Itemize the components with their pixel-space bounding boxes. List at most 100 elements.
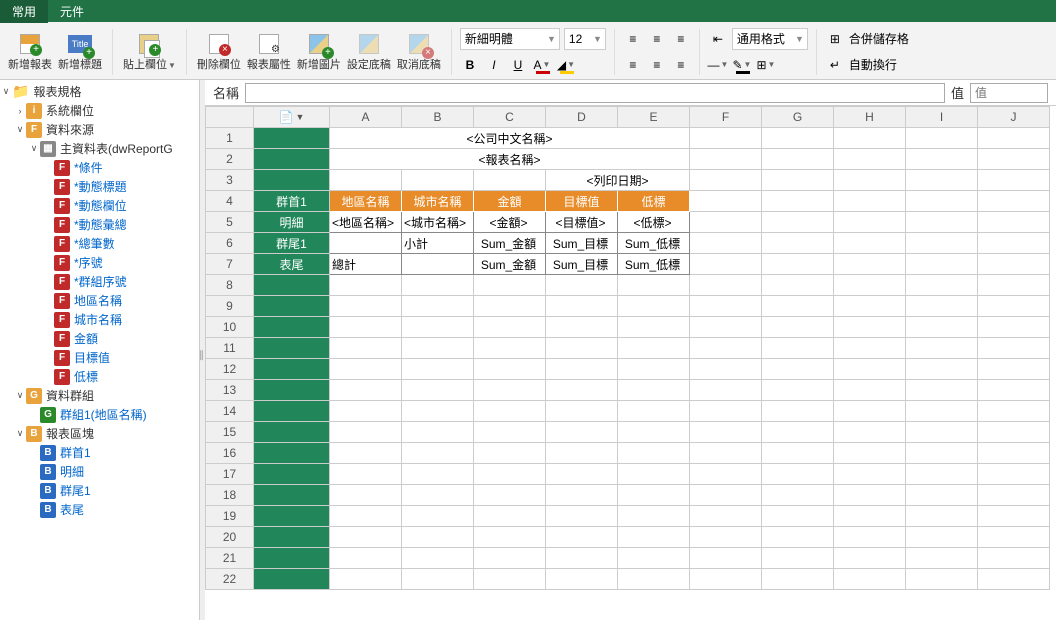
italic-button[interactable]: I <box>484 55 504 75</box>
row-header[interactable]: 21 <box>206 548 254 569</box>
col-header[interactable]: E <box>618 107 690 128</box>
section-cell[interactable]: 明細 <box>254 212 330 233</box>
row-header[interactable]: 4 <box>206 191 254 212</box>
add-title-button[interactable]: Title新增標題 <box>56 32 104 72</box>
col-header[interactable]: D <box>546 107 618 128</box>
row-header[interactable]: 16 <box>206 443 254 464</box>
value-input[interactable] <box>970 83 1048 103</box>
section-cell[interactable] <box>254 317 330 338</box>
section-cell[interactable] <box>254 149 330 170</box>
align-right-button[interactable]: ≡ <box>671 55 691 75</box>
section-cell[interactable]: 表尾 <box>254 254 330 275</box>
section-cell[interactable] <box>254 527 330 548</box>
align-top-button[interactable]: ≡ <box>623 29 643 49</box>
col-header[interactable]: C <box>474 107 546 128</box>
section-cell[interactable] <box>254 401 330 422</box>
section-cell[interactable] <box>254 275 330 296</box>
tree-node[interactable]: ∨G資料群組 <box>0 386 199 405</box>
tree-node[interactable]: ∨F資料來源 <box>0 120 199 139</box>
tree-node[interactable]: B群尾1 <box>0 481 199 500</box>
col-header[interactable]: F <box>690 107 762 128</box>
col-header[interactable]: G <box>762 107 834 128</box>
tree-pane[interactable]: ∨📁報表規格›i系統欄位∨F資料來源∨▦主資料表(dwReportGF*條件F*… <box>0 80 200 620</box>
align-bottom-button[interactable]: ≡ <box>671 29 691 49</box>
row-header[interactable]: 17 <box>206 464 254 485</box>
line-style-button[interactable]: —▼ <box>708 55 728 75</box>
fill-color-button[interactable]: ◢▼ <box>556 55 576 75</box>
section-cell[interactable]: 群首1 <box>254 191 330 212</box>
border-button[interactable]: ⊞▼ <box>756 55 776 75</box>
tree-node[interactable]: F*動態標題 <box>0 177 199 196</box>
add-report-button[interactable]: 新增報表 <box>6 32 54 72</box>
tree-node[interactable]: G群組1(地區名稱) <box>0 405 199 424</box>
row-header[interactable]: 3 <box>206 170 254 191</box>
font-select[interactable]: 新細明體▼ <box>460 28 560 50</box>
add-image-button[interactable]: 新增圖片 <box>295 32 343 72</box>
name-input[interactable] <box>245 83 945 103</box>
auto-wrap-button[interactable]: 自動換行 <box>849 56 897 73</box>
row-header[interactable]: 20 <box>206 527 254 548</box>
row-header[interactable]: 15 <box>206 422 254 443</box>
row-header[interactable]: 18 <box>206 485 254 506</box>
tree-node[interactable]: B群首1 <box>0 443 199 462</box>
row-header[interactable]: 22 <box>206 569 254 590</box>
align-left-button[interactable]: ≡ <box>623 55 643 75</box>
section-cell[interactable] <box>254 296 330 317</box>
section-cell[interactable] <box>254 380 330 401</box>
row-header[interactable]: 10 <box>206 317 254 338</box>
row-header[interactable]: 19 <box>206 506 254 527</box>
tree-node[interactable]: F低標 <box>0 367 199 386</box>
font-size-select[interactable]: 12▼ <box>564 28 606 50</box>
underline-button[interactable]: U <box>508 55 528 75</box>
row-header[interactable]: 13 <box>206 380 254 401</box>
bold-button[interactable]: B <box>460 55 480 75</box>
row-header[interactable]: 12 <box>206 359 254 380</box>
tab-components[interactable]: 元件 <box>48 0 96 23</box>
tree-node[interactable]: ›i系統欄位 <box>0 101 199 120</box>
font-color-button[interactable]: A▼ <box>532 55 552 75</box>
tree-node[interactable]: F*條件 <box>0 158 199 177</box>
section-cell[interactable]: 群尾1 <box>254 233 330 254</box>
align-center-button[interactable]: ≡ <box>647 55 667 75</box>
tree-node[interactable]: F目標值 <box>0 348 199 367</box>
align-middle-button[interactable]: ≡ <box>647 29 667 49</box>
section-cell[interactable] <box>254 443 330 464</box>
col-header[interactable]: J <box>978 107 1050 128</box>
tree-node[interactable]: F*動態欄位 <box>0 196 199 215</box>
row-header[interactable]: 6 <box>206 233 254 254</box>
indent-button[interactable]: ⇤ <box>708 29 728 49</box>
section-cell[interactable] <box>254 359 330 380</box>
col-header[interactable]: A <box>330 107 402 128</box>
tree-node[interactable]: ∨▦主資料表(dwReportG <box>0 139 199 158</box>
section-cell[interactable] <box>254 128 330 149</box>
tree-node[interactable]: B明細 <box>0 462 199 481</box>
col-header[interactable]: I <box>906 107 978 128</box>
tree-node[interactable]: ∨📁報表規格 <box>0 82 199 101</box>
section-cell[interactable] <box>254 338 330 359</box>
tree-node[interactable]: F城市名稱 <box>0 310 199 329</box>
section-cell[interactable] <box>254 464 330 485</box>
section-cell[interactable] <box>254 422 330 443</box>
row-header[interactable]: 9 <box>206 296 254 317</box>
delete-column-button[interactable]: 刪除欄位 <box>195 32 243 72</box>
section-cell[interactable] <box>254 548 330 569</box>
col-header[interactable]: B <box>402 107 474 128</box>
row-header[interactable]: 14 <box>206 401 254 422</box>
section-cell[interactable] <box>254 506 330 527</box>
section-cell[interactable] <box>254 485 330 506</box>
number-format-select[interactable]: 通用格式▼ <box>732 28 808 50</box>
row-header[interactable]: 7 <box>206 254 254 275</box>
row-header[interactable]: 2 <box>206 149 254 170</box>
tree-node[interactable]: F地區名稱 <box>0 291 199 310</box>
section-cell[interactable] <box>254 170 330 191</box>
tree-node[interactable]: F*序號 <box>0 253 199 272</box>
spreadsheet-grid[interactable]: 📄▼ABCDEFGHIJ1<公司中文名稱>2<報表名稱>3<列印日期>4群首1地… <box>205 106 1056 620</box>
tree-node[interactable]: F金額 <box>0 329 199 348</box>
paste-column-button[interactable]: 貼上欄位▼ <box>121 32 178 72</box>
cancel-draft-button[interactable]: 取消底稿 <box>395 32 443 72</box>
row-header[interactable]: 1 <box>206 128 254 149</box>
tab-main[interactable]: 常用 <box>0 0 48 23</box>
row-header[interactable]: 8 <box>206 275 254 296</box>
tree-node[interactable]: ∨B報表區塊 <box>0 424 199 443</box>
tree-node[interactable]: B表尾 <box>0 500 199 519</box>
